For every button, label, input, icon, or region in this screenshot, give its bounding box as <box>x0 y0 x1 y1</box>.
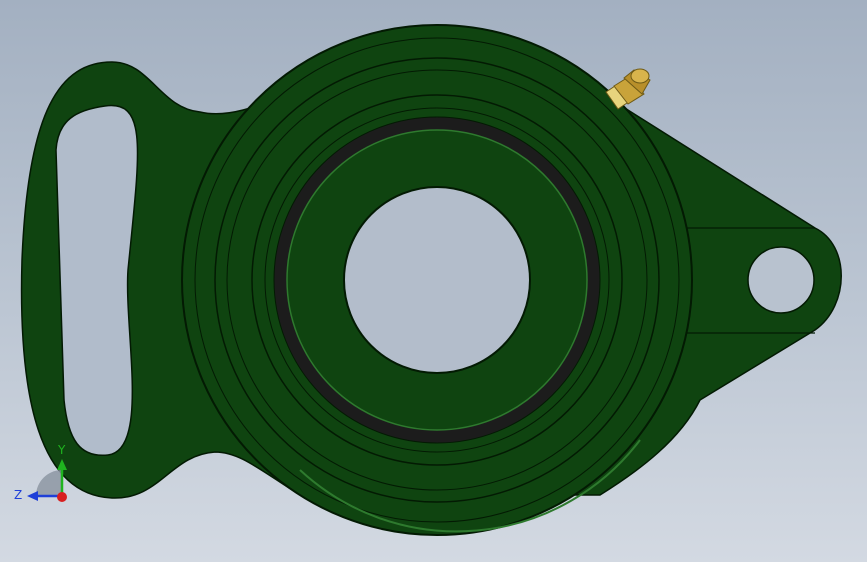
bearing-housing-model[interactable]: Y Z <box>0 0 867 562</box>
z-axis-label: Z <box>14 488 22 502</box>
x-axis-dot <box>57 492 67 502</box>
z-axis-arrow <box>27 491 38 501</box>
orientation-triad-icon[interactable]: Y Z <box>14 443 67 502</box>
cad-viewport[interactable]: Y Z <box>0 0 867 562</box>
slot-cutout <box>55 104 139 457</box>
bore-hole <box>343 186 531 374</box>
y-axis-label: Y <box>57 443 66 457</box>
lug-mounting-hole <box>747 246 815 314</box>
